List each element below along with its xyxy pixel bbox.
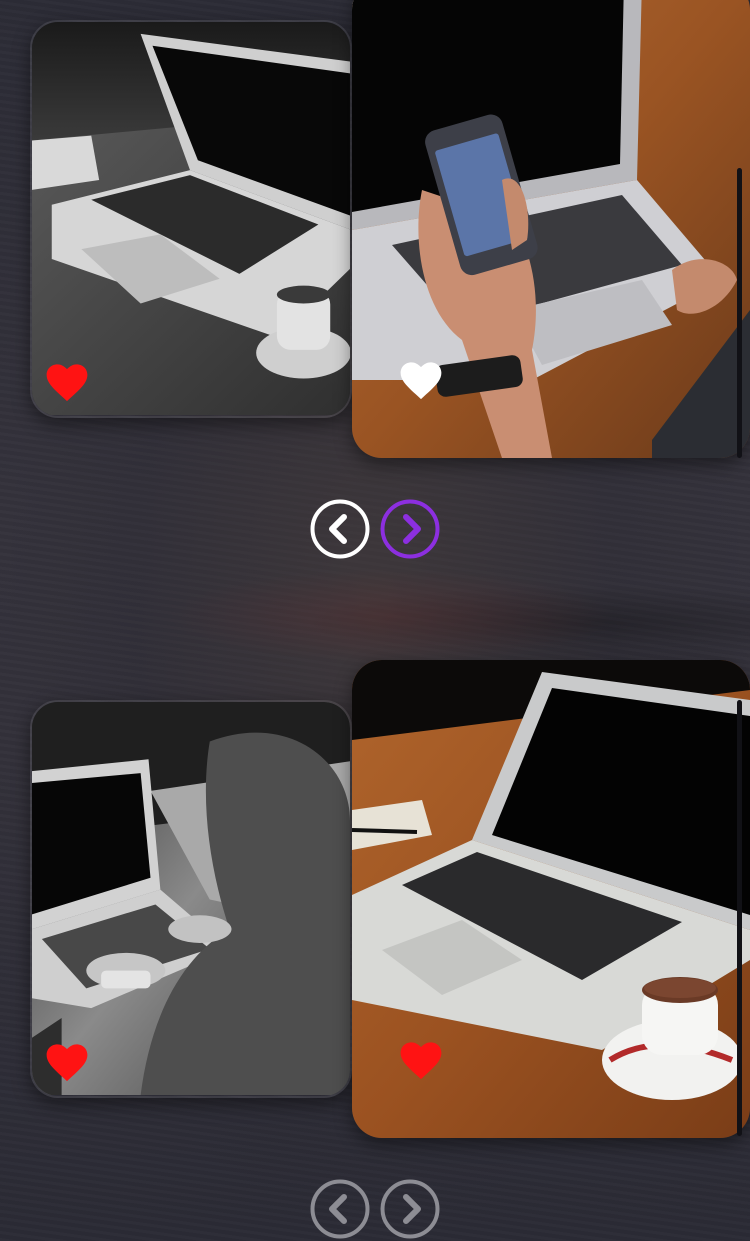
carousel-scrollbar[interactable] [737, 700, 742, 1136]
favorite-heart-icon[interactable] [400, 362, 442, 400]
chevron-left-icon [310, 1179, 370, 1239]
slide-card-hand-phone-laptop[interactable] [352, 0, 750, 458]
favorite-heart-icon[interactable] [46, 1044, 88, 1082]
chevron-right-icon [380, 1179, 440, 1239]
carousel-prev-button[interactable] [310, 1179, 370, 1239]
favorite-heart-icon[interactable] [400, 1042, 442, 1080]
carousel-prev-button[interactable] [310, 499, 370, 559]
grayscale-person-typing-photo [32, 702, 350, 1096]
chevron-left-icon [310, 499, 370, 559]
carousel-scrollbar[interactable] [737, 168, 742, 458]
slide-card-grayscale-laptop[interactable] [30, 20, 352, 418]
grayscale-laptop-coffee-photo [32, 22, 350, 416]
carousel-next-button[interactable] [380, 1179, 440, 1239]
chevron-right-icon [380, 499, 440, 559]
favorite-heart-icon[interactable] [46, 364, 88, 402]
slide-card-grayscale-typing[interactable] [30, 700, 352, 1098]
slide-card-laptop-espresso[interactable] [352, 660, 750, 1138]
carousel-next-button[interactable] [380, 499, 440, 559]
